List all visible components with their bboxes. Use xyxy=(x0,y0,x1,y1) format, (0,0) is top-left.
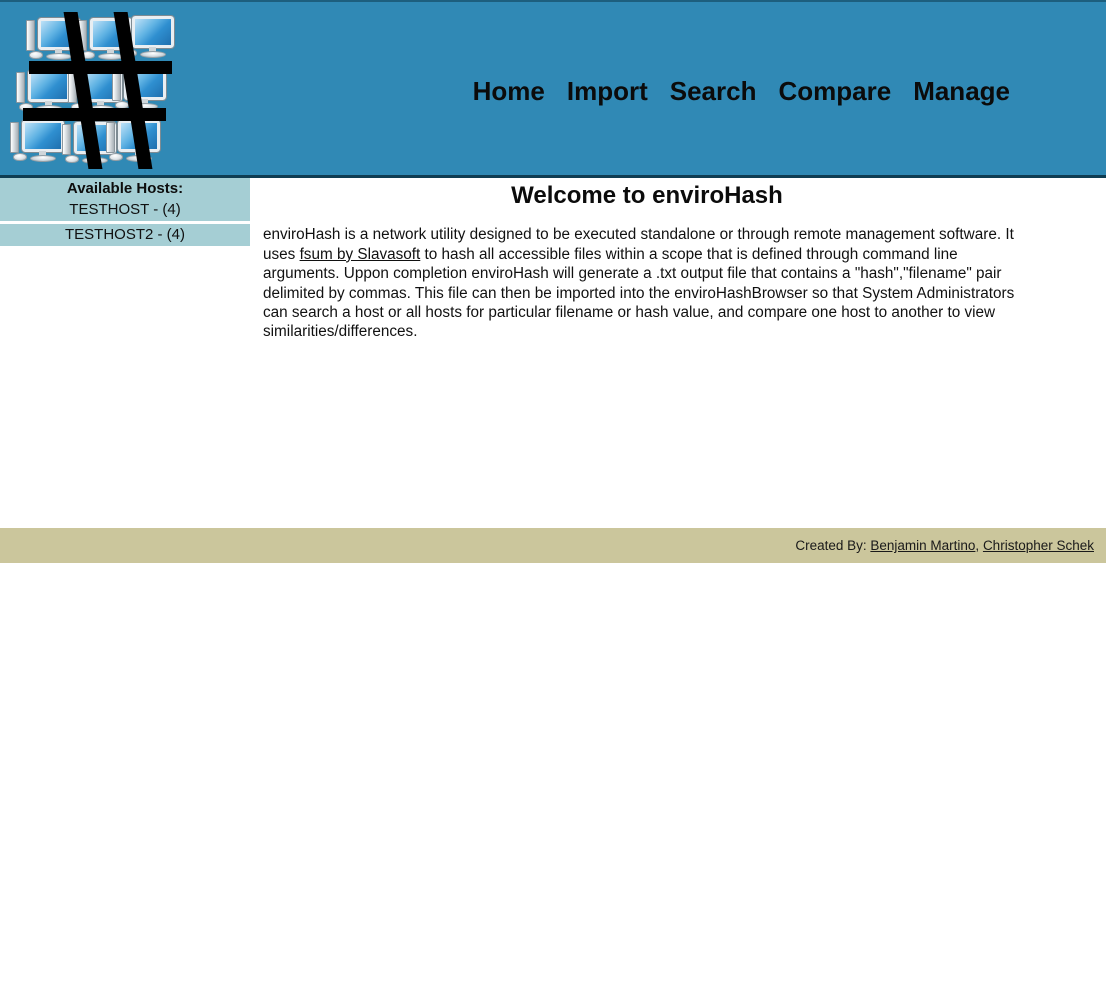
mouse-icon xyxy=(29,51,43,59)
tower-icon xyxy=(112,70,121,101)
content-area: Welcome to enviroHash enviroHash is a ne… xyxy=(263,178,1031,357)
sidebar-item-testhost2[interactable]: TESTHOST2 - (4) xyxy=(0,224,250,246)
tower-icon xyxy=(62,124,71,155)
mouse-icon xyxy=(13,153,27,161)
host-sidebar: Available Hosts: TESTHOST - (4) TESTHOST… xyxy=(0,178,250,246)
monitor-base xyxy=(30,155,56,162)
main-nav: Home Import Search Compare Manage xyxy=(473,76,1010,107)
site-header: Home Import Search Compare Manage xyxy=(0,0,1106,178)
brand-logo xyxy=(8,8,194,170)
screen-icon xyxy=(27,69,71,103)
screen-icon xyxy=(131,15,175,49)
available-hosts-title: Available Hosts: xyxy=(0,178,250,199)
mouse-icon xyxy=(109,153,123,161)
nav-search[interactable]: Search xyxy=(670,76,757,107)
mouse-icon xyxy=(65,155,79,163)
tower-icon xyxy=(16,72,25,103)
author-link-benjamin-martino[interactable]: Benjamin Martino xyxy=(870,538,975,553)
tower-icon xyxy=(106,122,115,153)
intro-paragraph: enviroHash is a network utility designed… xyxy=(263,225,1031,341)
nav-compare[interactable]: Compare xyxy=(778,76,891,107)
nav-home[interactable]: Home xyxy=(473,76,545,107)
tower-icon xyxy=(10,122,19,153)
credit-prefix: Created By: xyxy=(795,538,871,553)
nav-import[interactable]: Import xyxy=(567,76,648,107)
sidebar-item-testhost[interactable]: TESTHOST - (4) xyxy=(0,199,250,221)
page-title: Welcome to enviroHash xyxy=(511,182,783,209)
credit-line: Created By: Benjamin Martino, Christophe… xyxy=(795,538,1094,553)
monitor-base xyxy=(140,51,166,58)
author-link-christopher-schek[interactable]: Christopher Schek xyxy=(983,538,1094,553)
hash-bar-horizontal-top xyxy=(29,61,172,74)
fsum-slavasoft-link[interactable]: fsum by Slavasoft xyxy=(300,246,421,263)
tower-icon xyxy=(26,20,35,51)
site-footer: Created By: Benjamin Martino, Christophe… xyxy=(0,528,1106,563)
page-body: Available Hosts: TESTHOST - (4) TESTHOST… xyxy=(0,178,1106,990)
monitor-icon xyxy=(10,119,65,164)
screen-icon xyxy=(21,119,65,153)
credit-separator: , xyxy=(975,538,983,553)
nav-manage[interactable]: Manage xyxy=(913,76,1010,107)
below-fold-blank-area xyxy=(0,563,1106,990)
monitor-base xyxy=(46,53,72,60)
